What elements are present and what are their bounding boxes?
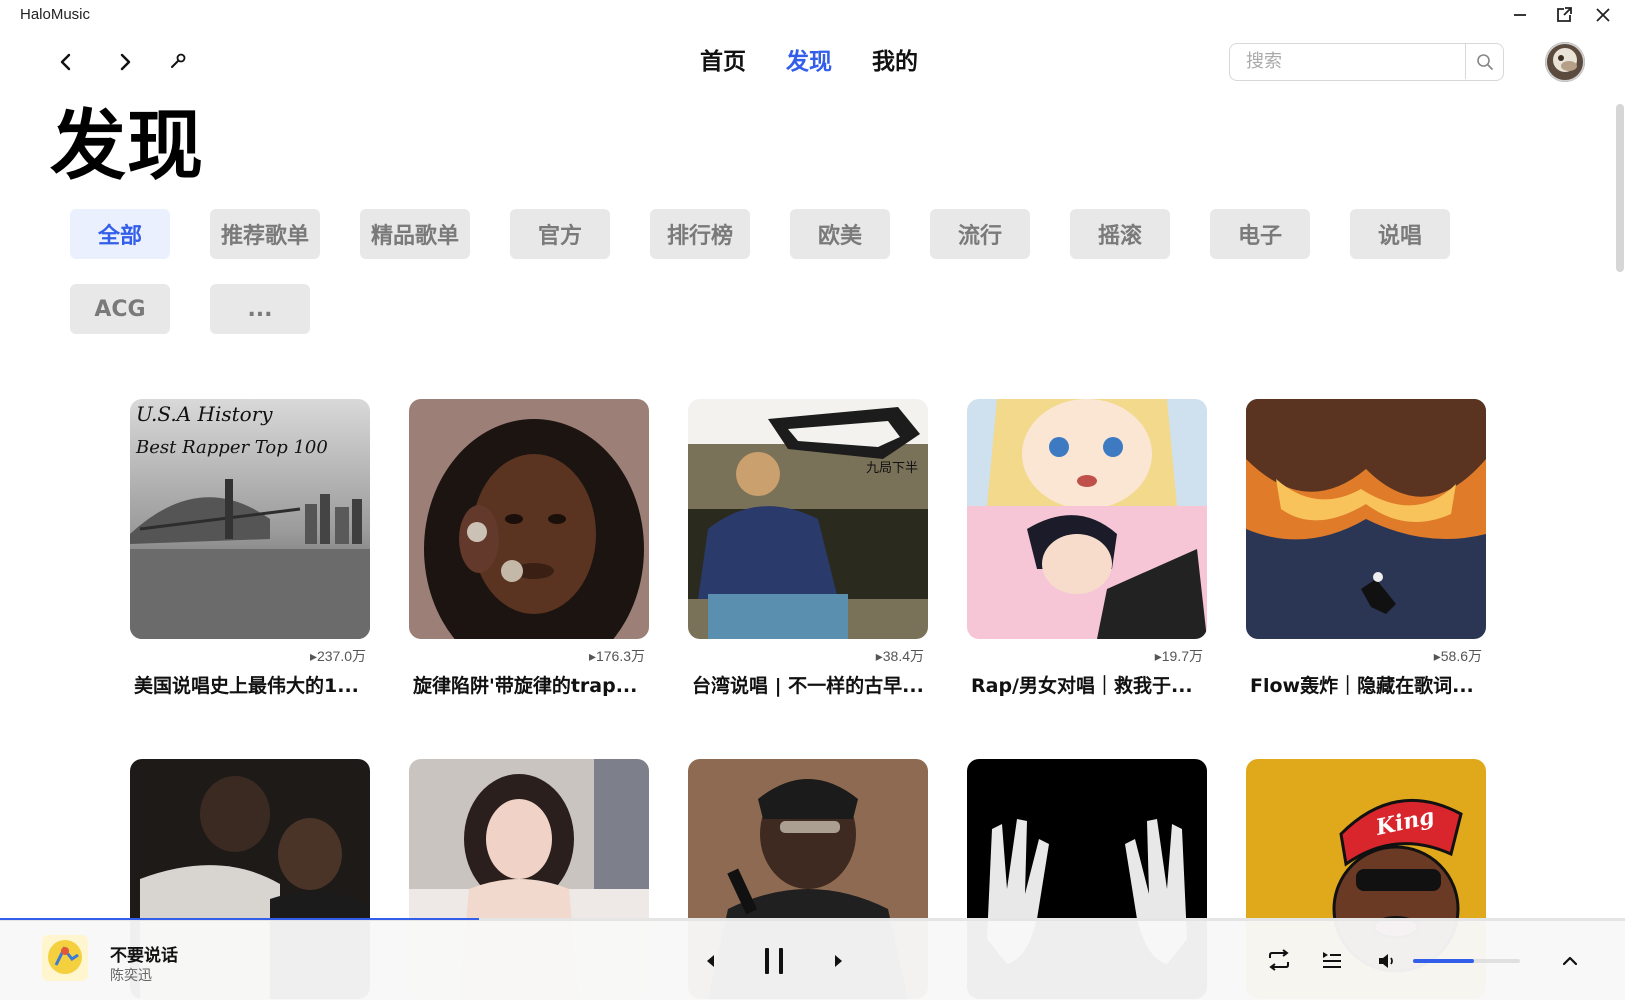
playlist-queue-button[interactable]: [1315, 943, 1349, 977]
chevron-left-icon: [60, 53, 71, 71]
volume-slider[interactable]: [1413, 959, 1520, 963]
title-bar: HaloMusic: [0, 0, 1625, 30]
now-playing-artist[interactable]: 陈奕迅: [110, 965, 152, 985]
volume-button[interactable]: [1372, 946, 1402, 976]
search-box: [1229, 43, 1504, 81]
volume-slider-fill: [1413, 959, 1474, 963]
page-title: 发现: [50, 101, 204, 190]
category-recommended[interactable]: 推荐歌单: [210, 209, 320, 259]
playlist-cover[interactable]: [967, 399, 1207, 639]
pause-button[interactable]: [752, 936, 796, 986]
play-count: ▸176.3万: [588, 648, 645, 664]
pause-icon: [765, 948, 783, 974]
scrollbar-thumb[interactable]: [1616, 104, 1624, 272]
search-icon: [1476, 53, 1493, 70]
play-count: ▸237.0万: [309, 648, 366, 664]
play-count: ▸58.6万: [1433, 648, 1482, 664]
next-button[interactable]: [822, 941, 854, 981]
playlist-title[interactable]: 台湾说唱 | 不一样的古早...: [692, 671, 924, 698]
avatar[interactable]: [1545, 42, 1585, 82]
queue-list-icon: [1323, 952, 1341, 968]
chevron-up-icon: [1562, 956, 1578, 966]
app-title: HaloMusic: [20, 6, 91, 23]
play-count: ▸38.4万: [875, 648, 924, 664]
cover-caption: Best Rapper Top 100: [135, 437, 328, 458]
category-pop[interactable]: 流行: [930, 209, 1030, 259]
tab-discover[interactable]: 发现: [786, 44, 832, 78]
category-more[interactable]: ...: [210, 284, 310, 334]
playlist-title[interactable]: Flow轰炸｜隐藏在歌词...: [1250, 671, 1482, 698]
forward-button[interactable]: [107, 44, 143, 80]
playlist-title[interactable]: 旋律陷阱'带旋律的trap...: [413, 671, 645, 698]
category-official[interactable]: 官方: [510, 209, 610, 259]
tab-home[interactable]: 首页: [700, 44, 746, 78]
playlist-cover[interactable]: [409, 399, 649, 639]
repeat-icon: [1269, 949, 1289, 971]
category-acg[interactable]: ACG: [70, 284, 170, 334]
cover-caption: U.S.A History: [136, 402, 273, 426]
back-button[interactable]: [48, 44, 84, 80]
playlist-title[interactable]: Rap/男女对唱｜救我于...: [971, 671, 1203, 698]
search-input[interactable]: [1230, 44, 1464, 79]
now-playing-cover[interactable]: [42, 935, 88, 981]
previous-button[interactable]: [695, 941, 727, 981]
close-icon[interactable]: [1584, 0, 1622, 30]
now-playing-title[interactable]: 不要说话: [110, 941, 178, 966]
volume-icon: [1379, 954, 1393, 968]
player-bar: 不要说话 陈奕迅: [0, 920, 1625, 1000]
playlist-card[interactable]: U.S.A History Best Rapper Top 100 ▸237.0…: [130, 399, 370, 697]
category-charts[interactable]: 排行榜: [650, 209, 750, 259]
tab-mine[interactable]: 我的: [872, 44, 918, 78]
next-icon: [835, 955, 842, 967]
wrench-icon: [171, 53, 186, 68]
popout-icon[interactable]: [1545, 0, 1583, 30]
category-rock[interactable]: 摇滚: [1070, 209, 1170, 259]
playlist-cover[interactable]: [1246, 399, 1486, 639]
search-button[interactable]: [1465, 44, 1503, 79]
category-rap[interactable]: 说唱: [1350, 209, 1450, 259]
category-electronic[interactable]: 电子: [1210, 209, 1310, 259]
chevron-right-icon: [120, 53, 131, 71]
playlist-card[interactable]: 九局下半 ▸38.4万 台湾说唱 | 不一样的古早...: [688, 399, 928, 697]
playlist-cover[interactable]: 九局下半: [688, 399, 928, 639]
minimize-icon[interactable]: [1501, 0, 1539, 30]
playlist-card[interactable]: ▸176.3万 旋律陷阱'带旋律的trap...: [409, 399, 649, 697]
playlist-card[interactable]: ▸19.7万 Rap/男女对唱｜救我于...: [967, 399, 1207, 697]
top-nav: 首页 发现 我的: [700, 44, 918, 78]
category-all[interactable]: 全部: [70, 209, 170, 259]
category-western[interactable]: 欧美: [790, 209, 890, 259]
repeat-button[interactable]: [1262, 943, 1296, 977]
playlist-cover[interactable]: U.S.A History Best Rapper Top 100: [130, 399, 370, 639]
cover-caption: 九局下半: [866, 461, 918, 476]
play-count: ▸19.7万: [1154, 648, 1203, 664]
previous-icon: [707, 955, 714, 967]
playlist-card[interactable]: ▸58.6万 Flow轰炸｜隐藏在歌词...: [1246, 399, 1486, 697]
expand-lyrics-button[interactable]: [1553, 943, 1587, 977]
playlist-title[interactable]: 美国说唱史上最伟大的1...: [134, 671, 366, 698]
category-premium[interactable]: 精品歌单: [360, 209, 470, 259]
settings-button[interactable]: [160, 44, 196, 80]
